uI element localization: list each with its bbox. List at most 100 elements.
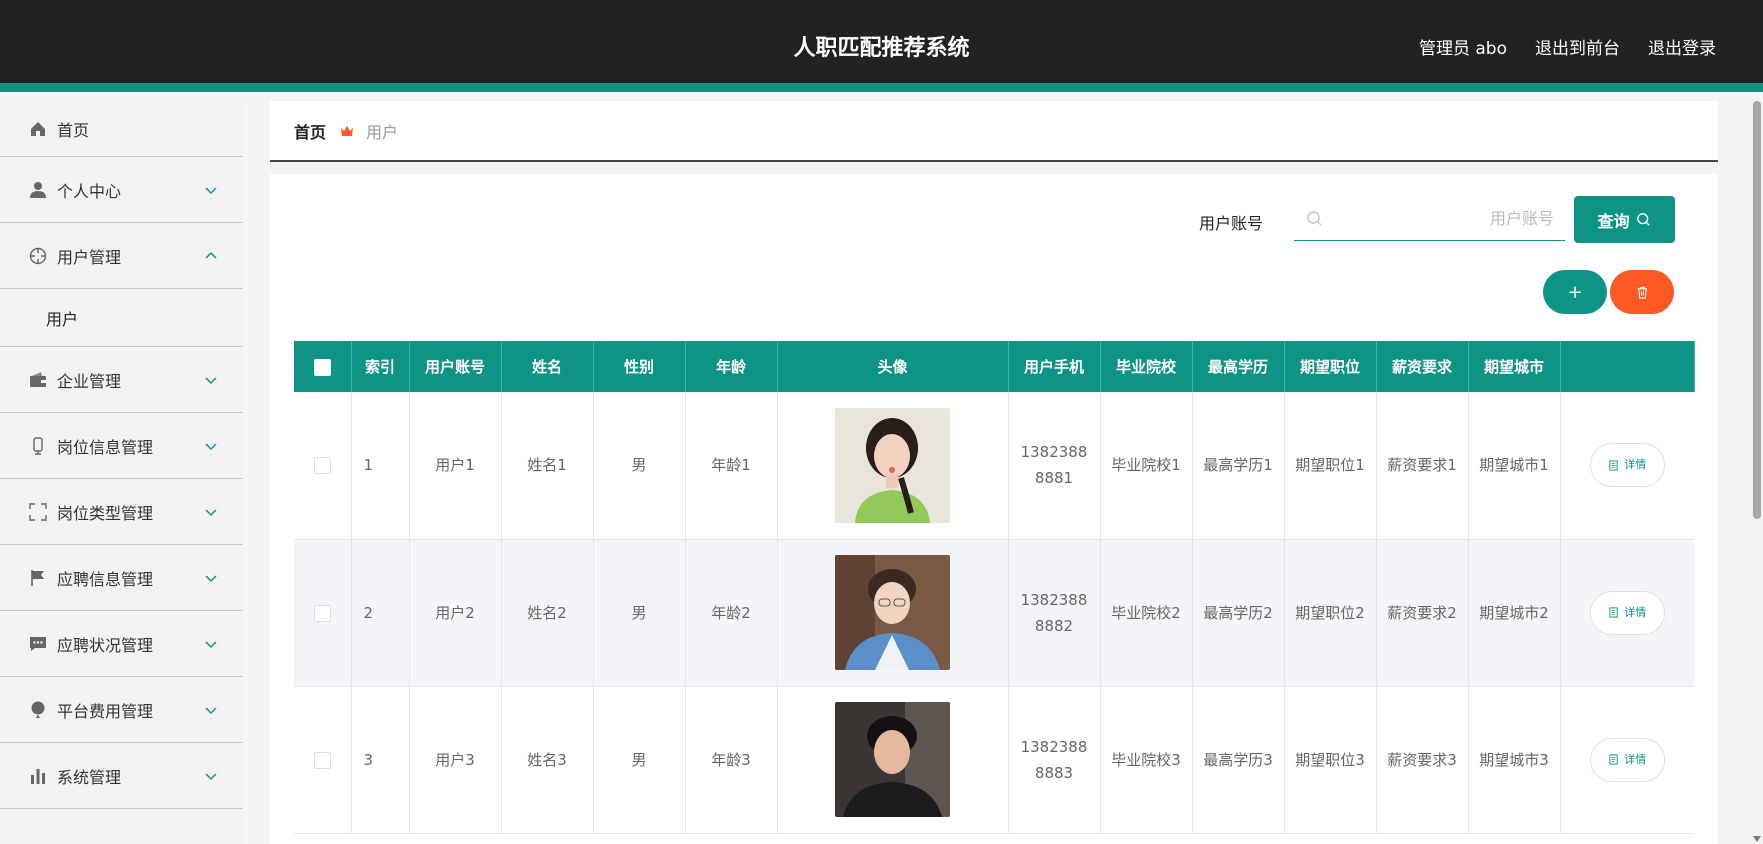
breadcrumb-home[interactable]: 首页: [294, 119, 326, 143]
cell-index: 1: [351, 392, 410, 540]
cell-city: 期望城市3: [1468, 686, 1561, 834]
column-header: 毕业院校: [1100, 341, 1193, 392]
admin-user-link[interactable]: 管理员 abo: [1419, 34, 1507, 59]
cell-actions: 详情: [1560, 392, 1694, 540]
sidebar: 首页 个人中心 用户管理 用户 企业管理 岗位信息管理 岗位类型管理 应聘信息管…: [0, 101, 243, 844]
cell-salary: 薪资要求3: [1376, 686, 1469, 834]
row-checkbox[interactable]: [313, 457, 331, 475]
cell-account: 用户3: [409, 686, 502, 834]
detail-button[interactable]: 详情: [1589, 590, 1665, 635]
chevron-down-icon: [205, 442, 217, 450]
sidebar-subitem-users[interactable]: 用户: [0, 289, 243, 347]
table-row: 3 用户3 姓名3 男 年龄3 13823888883 毕业院校3 最高学历3: [294, 686, 1694, 834]
balloon-icon: [28, 700, 48, 720]
delete-button[interactable]: [1610, 270, 1674, 314]
page-scrollbar[interactable]: [1751, 101, 1763, 844]
column-header: 年龄: [685, 341, 778, 392]
sidebar-item-label: 用户管理: [57, 247, 122, 267]
detail-button[interactable]: 详情: [1589, 443, 1665, 488]
scrollbar-thumb[interactable]: [1753, 101, 1761, 519]
cell-gender: 男: [593, 686, 686, 834]
column-header: 用户账号: [409, 341, 502, 392]
select-all-checkbox[interactable]: [313, 358, 331, 376]
home-icon: [28, 119, 48, 139]
message-icon: [28, 634, 48, 654]
chevron-down-icon: [205, 772, 217, 780]
cell-gender: 男: [593, 539, 686, 687]
document-icon: [1609, 607, 1618, 618]
sidebar-item-label: 应聘信息管理: [57, 569, 154, 589]
cell-age: 年龄1: [685, 392, 778, 540]
chevron-down-icon: [205, 508, 217, 516]
sidebar-item-application-info-management[interactable]: 应聘信息管理: [0, 545, 243, 611]
search-input[interactable]: [1334, 198, 1554, 238]
cell-education: 最高学历2: [1192, 539, 1285, 687]
sidebar-item-label: 平台费用管理: [57, 701, 154, 721]
chevron-down-icon: [205, 640, 217, 648]
sidebar-item-job-info-management[interactable]: 岗位信息管理: [0, 413, 243, 479]
sidebar-item-user-management[interactable]: 用户管理: [0, 223, 243, 289]
cell-phone: 13823888881: [1008, 392, 1101, 540]
sidebar-item-personal-center[interactable]: 个人中心: [0, 157, 243, 223]
cell-education: 最高学历3: [1192, 686, 1285, 834]
cell-phone: 13823888883: [1008, 686, 1101, 834]
query-button-label: 查询: [1597, 211, 1630, 231]
search-row: 用户账号 查询: [270, 196, 1688, 243]
device-icon: [28, 436, 48, 456]
cell-school: 毕业院校2: [1100, 539, 1193, 687]
column-header: 索引: [351, 341, 410, 392]
cell-age: 年龄3: [685, 686, 778, 834]
cell-name: 姓名3: [501, 686, 594, 834]
sidebar-item-job-type-management[interactable]: 岗位类型管理: [0, 479, 243, 545]
column-header: 头像: [777, 341, 1009, 392]
cell-age: 年龄2: [685, 539, 778, 687]
search-label: 用户账号: [1198, 214, 1263, 233]
cell-gender: 男: [593, 392, 686, 540]
breadcrumb: 首页 用户: [270, 101, 1718, 162]
cell-position: 期望职位3: [1284, 686, 1377, 834]
user-icon: [28, 180, 48, 200]
cell-actions: 详情: [1560, 539, 1694, 687]
cell-position: 期望职位1: [1284, 392, 1377, 540]
add-button[interactable]: +: [1543, 270, 1607, 314]
cell-education: 最高学历1: [1192, 392, 1285, 540]
detail-button-label: 详情: [1624, 605, 1647, 619]
cell-name: 姓名2: [501, 539, 594, 687]
chevron-down-icon: [205, 186, 217, 194]
sidebar-item-platform-fee-management[interactable]: 平台费用管理: [0, 677, 243, 743]
top-nav: 管理员 abo 退出到前台 退出登录: [1419, 34, 1716, 59]
avatar: [835, 555, 950, 670]
exit-to-front-link[interactable]: 退出到前台: [1535, 34, 1620, 59]
cell-account: 用户2: [409, 539, 502, 687]
sidebar-item-enterprise-management[interactable]: 企业管理: [0, 347, 243, 413]
sidebar-item-system-management[interactable]: 系统管理: [0, 743, 243, 809]
document-icon: [1609, 754, 1618, 765]
trash-icon: [1637, 286, 1647, 299]
sidebar-item-application-status-management[interactable]: 应聘状况管理: [0, 611, 243, 677]
column-header-actions: [1560, 341, 1695, 392]
cell-city: 期望城市1: [1468, 392, 1561, 540]
sidebar-item-home[interactable]: 首页: [0, 101, 243, 157]
chevron-down-icon: [205, 706, 217, 714]
query-button[interactable]: 查询: [1574, 196, 1675, 243]
logout-link[interactable]: 退出登录: [1648, 34, 1716, 59]
cell-index: 3: [351, 686, 410, 834]
users-table: 索引 用户账号 姓名 性别 年龄 头像 用户手机 毕业院校 最高学历 期望职位 …: [294, 341, 1695, 834]
row-checkbox[interactable]: [313, 604, 331, 622]
table-header-row: 索引 用户账号 姓名 性别 年龄 头像 用户手机 毕业院校 最高学历 期望职位 …: [294, 341, 1695, 392]
scroll-down-arrow-icon[interactable]: [1753, 836, 1761, 842]
detail-button[interactable]: 详情: [1589, 737, 1665, 782]
main-panel: 用户账号 查询 + 索引 用户账号 姓名 性别 年龄 头像: [270, 174, 1718, 844]
cell-salary: 薪资要求1: [1376, 392, 1469, 540]
sidebar-item-label: 系统管理: [57, 767, 122, 787]
column-header: 最高学历: [1192, 341, 1285, 392]
column-header: 期望职位: [1284, 341, 1377, 392]
wallet-icon: [28, 370, 48, 390]
cell-school: 毕业院校3: [1100, 686, 1193, 834]
flag-icon: [28, 568, 48, 588]
cell-actions: 详情: [1560, 686, 1694, 834]
sidebar-item-label: 岗位信息管理: [57, 437, 154, 457]
column-header: 用户手机: [1008, 341, 1101, 392]
top-bar: 人职匹配推荐系统 管理员 abo 退出到前台 退出登录: [0, 0, 1763, 92]
row-checkbox[interactable]: [313, 751, 331, 769]
